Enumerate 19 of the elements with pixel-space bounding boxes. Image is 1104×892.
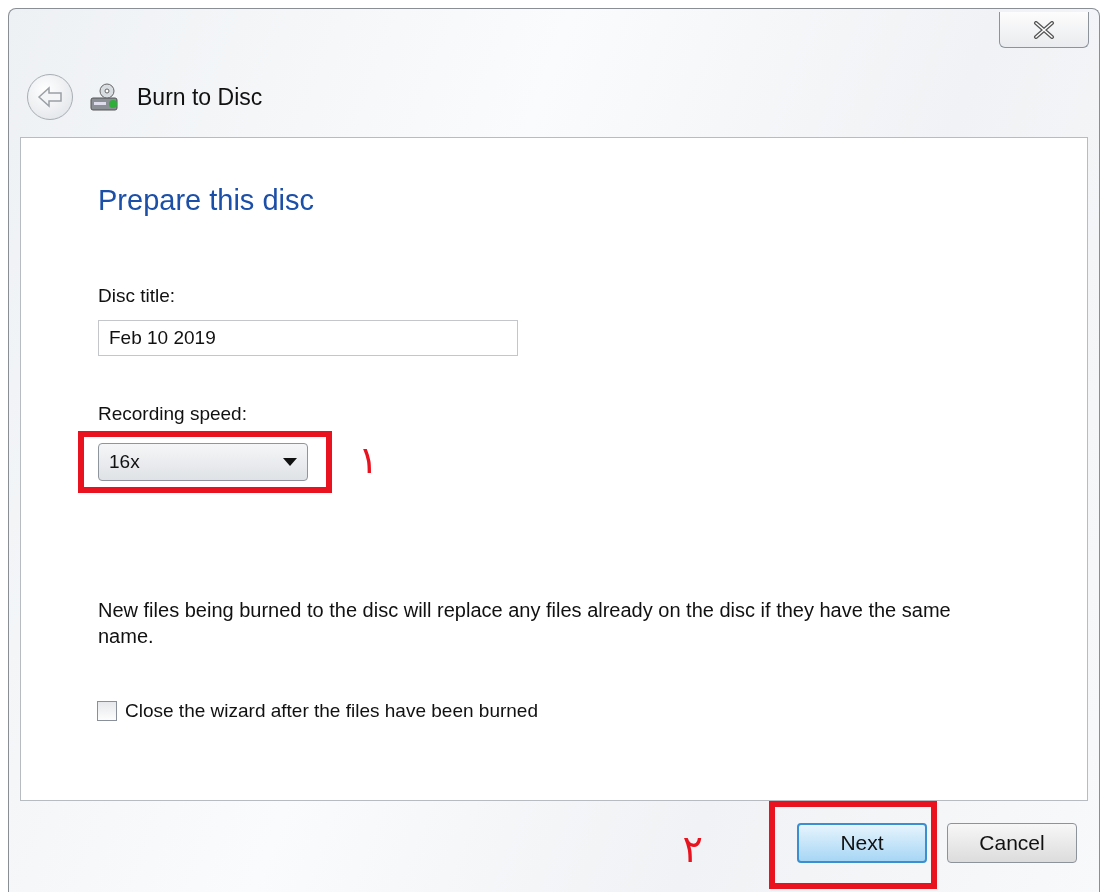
field-label: Disc title: [98,284,176,308]
disc-drive-icon [89,82,119,112]
annotation-number: ٢ [682,827,703,871]
checkbox[interactable] [97,701,117,721]
recording-speed-dropdown[interactable]: 16x [98,443,308,481]
cancel-button[interactable]: Cancel [947,823,1077,863]
next-button[interactable]: Next [797,823,927,863]
page-heading: Prepare this disc [98,183,314,218]
back-arrow-icon [37,86,63,108]
field-label: Recording speed: [98,402,247,426]
annotation-number: ١ [358,437,379,482]
disc-title-field[interactable]: Feb 10 2019 [98,320,518,356]
checkbox-label: Close the wizard after the files have been burned [125,699,538,723]
close-button[interactable] [999,12,1089,48]
window-title: Burn to Disc [137,83,263,111]
back-button[interactable] [27,74,73,120]
info-text: New files being burned to the disc will replace any files already on the disc if they have the same name. [98,598,952,649]
caret-icon [283,458,297,466]
close-icon [1033,20,1055,39]
